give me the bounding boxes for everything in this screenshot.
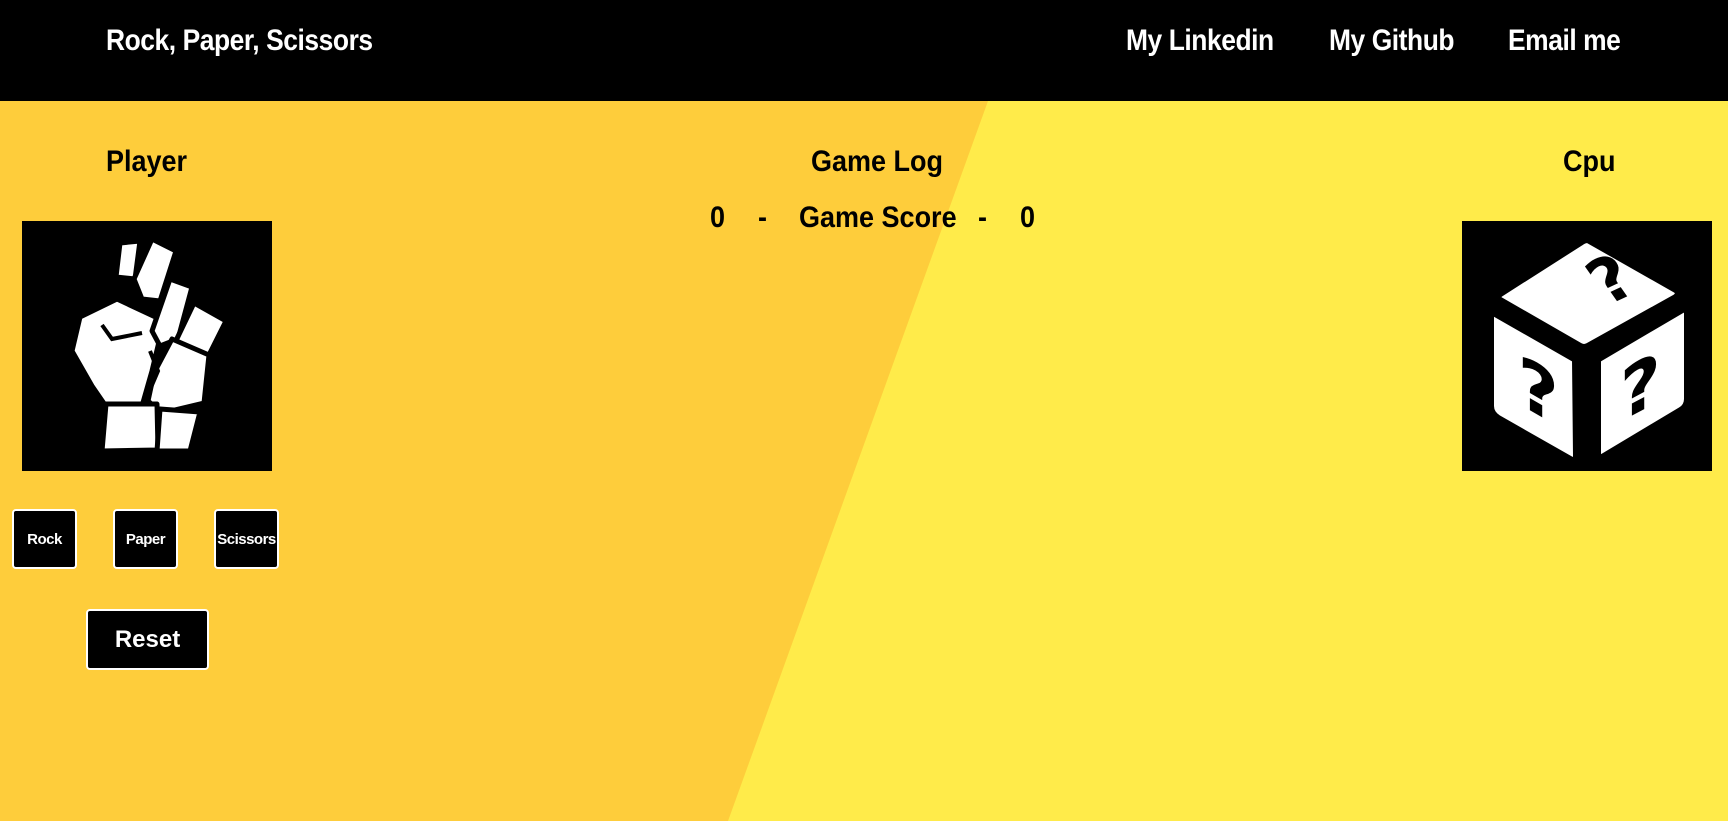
cpu-choice-card: ? ? ? <box>1462 221 1712 471</box>
email-link[interactable]: Email me <box>1508 24 1621 58</box>
score-separator-left: - <box>758 201 767 234</box>
player-heading: Player <box>106 145 188 178</box>
player-score: 0 <box>710 201 726 234</box>
cpu-score: 0 <box>1020 201 1036 234</box>
mystery-dice-icon: ? ? ? <box>1486 235 1692 466</box>
rock-button[interactable]: Rock <box>12 509 77 569</box>
paper-button[interactable]: Paper <box>113 509 178 569</box>
raised-fist-icon <box>69 236 229 454</box>
navbar: Rock, Paper, Scissors My Linkedin My Git… <box>0 0 1728 101</box>
player-choice-card <box>22 221 272 471</box>
site-title: Rock, Paper, Scissors <box>106 24 373 57</box>
game-log-heading: Game Log <box>811 145 944 178</box>
github-link[interactable]: My Github <box>1329 24 1455 58</box>
game-score-label: Game Score <box>799 201 957 234</box>
cpu-heading: Cpu <box>1563 145 1616 178</box>
linkedin-link[interactable]: My Linkedin <box>1126 24 1274 58</box>
game-score-row: 0 - Game Score - 0 <box>700 201 1050 241</box>
score-separator-right: - <box>978 201 987 234</box>
scissors-button[interactable]: Scissors <box>214 509 279 569</box>
reset-button[interactable]: Reset <box>86 609 209 670</box>
